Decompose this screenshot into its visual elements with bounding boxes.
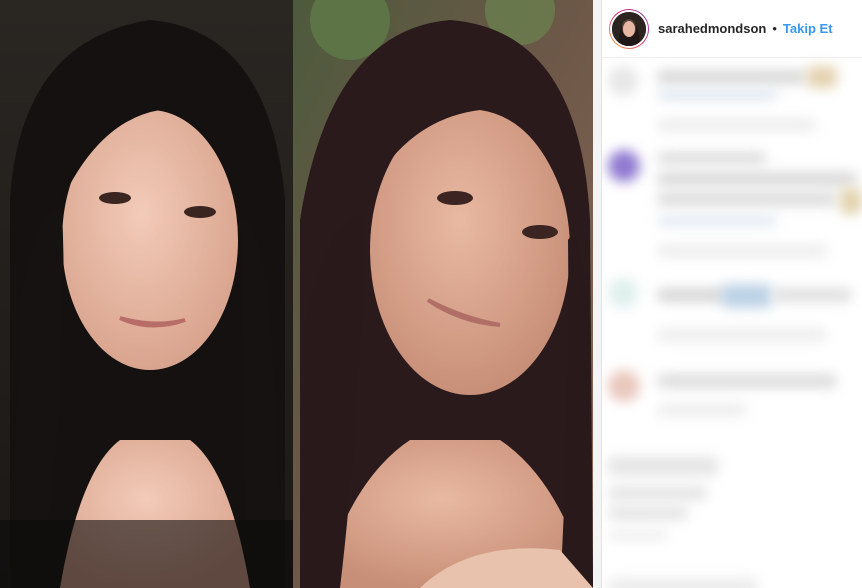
post-image[interactable]	[0, 0, 593, 588]
comment-text	[807, 66, 837, 88]
comment-text	[840, 188, 862, 214]
comment-text	[722, 284, 772, 308]
header-separator: •	[772, 21, 777, 36]
comment-meta	[657, 328, 827, 342]
profile-photo-icon	[612, 11, 646, 46]
panel-divider	[593, 0, 602, 588]
story-ring[interactable]	[609, 8, 649, 49]
comment-text	[657, 152, 767, 164]
avatar	[610, 9, 648, 48]
comment-text	[657, 172, 857, 186]
comment-text	[772, 288, 852, 302]
comment-meta	[657, 244, 827, 258]
post-details-panel: sarahedmondson • Takip Et	[602, 0, 862, 588]
post-header: sarahedmondson • Takip Et	[602, 0, 862, 58]
post-actions	[608, 456, 718, 476]
comment-meta	[657, 404, 747, 416]
comment-text	[657, 70, 807, 84]
comment-avatar	[608, 278, 638, 308]
comment-avatar	[608, 370, 640, 402]
comment-text	[657, 288, 727, 302]
comment-text	[657, 374, 837, 388]
comment-avatar	[608, 150, 640, 182]
comment-avatar	[608, 66, 638, 96]
post-photo-collage	[0, 0, 593, 588]
likes-count	[608, 486, 708, 500]
comment-text	[657, 192, 837, 206]
comment-meta	[657, 118, 817, 132]
follow-button[interactable]: Takip Et	[783, 21, 833, 36]
username-link[interactable]: sarahedmondson	[658, 21, 766, 36]
comment-text	[657, 216, 777, 226]
post-date	[608, 530, 668, 540]
comment-input	[608, 578, 758, 588]
likes-count	[608, 506, 688, 520]
comment-text	[657, 90, 777, 100]
